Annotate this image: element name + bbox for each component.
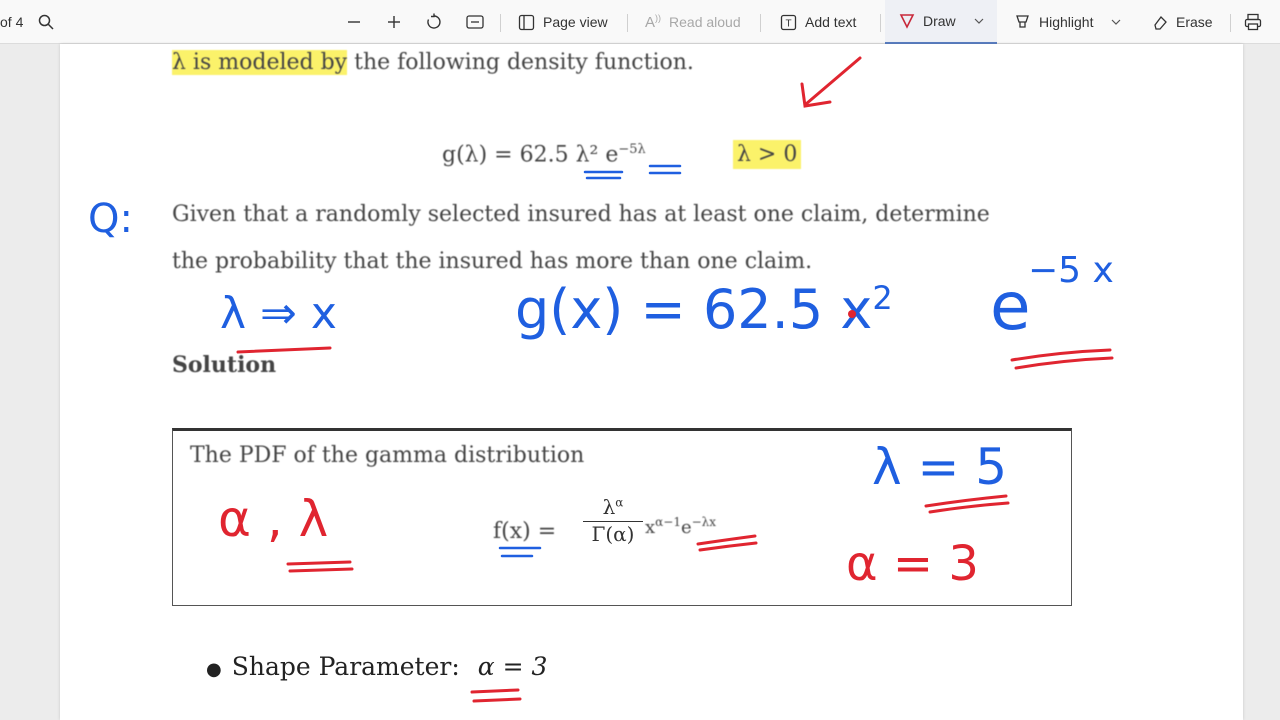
handwritten-formula-square: 2 (872, 279, 893, 317)
add-text-label: Add text (805, 14, 857, 30)
erase-label: Erase (1176, 14, 1213, 30)
tail-e: e (680, 517, 692, 538)
box-formula-fraction: λα Γ(α) (583, 495, 643, 546)
draw-pen-icon (899, 14, 915, 29)
svg-text:T: T (785, 18, 791, 29)
handwritten-params: α , λ (218, 490, 329, 548)
box-title: The PDF of the gamma distribution (190, 443, 585, 468)
box-formula-tail: xα−1e−λx (645, 515, 716, 538)
page-count: of 4 (0, 14, 24, 30)
handwritten-lambda-value: λ = 5 (872, 438, 1008, 496)
bullet-label: Shape Parameter: (231, 652, 460, 681)
handwritten-alpha-value: α = 3 (846, 536, 979, 592)
tail-exponent: α−1 (655, 515, 681, 529)
page-view-icon (518, 14, 535, 30)
handwritten-q-mark: Q: (88, 196, 133, 242)
handwritten-formula-main: g(x) = 62.5 x (515, 278, 873, 341)
read-aloud-button[interactable]: A)) Read aloud (645, 0, 741, 44)
read-aloud-label: Read aloud (669, 14, 741, 30)
shape-parameter-bullet: ● Shape Parameter: α = 3 (206, 652, 548, 681)
question-line-1: Given that a randomly selected insured h… (172, 202, 990, 227)
chevron-down-icon[interactable] (1111, 17, 1121, 27)
tail-base: x (645, 517, 656, 538)
pdf-page: λ is modeled by the following density fu… (60, 44, 1243, 720)
rotate-icon[interactable] (425, 0, 443, 44)
page-view-label: Page view (543, 14, 608, 30)
density-intro-line: λ is modeled by the following density fu… (172, 50, 694, 75)
formula-lhs: g(λ) = 62.5 λ² e (442, 142, 619, 168)
zoom-out-button[interactable] (346, 0, 362, 44)
handwritten-substitution: λ ⇒ x (220, 288, 337, 339)
pdf-toolbar: of 4 Page view A)) Read aloud T Add text… (0, 0, 1280, 44)
question-line-2: the probability that the insured has mor… (172, 249, 813, 274)
highlighted-text: λ is modeled by (172, 50, 348, 75)
numerator-exponent: α (615, 495, 624, 510)
solution-heading: Solution (172, 352, 277, 378)
e-exponent: −λx (691, 515, 717, 529)
formula-condition: λ > 0 (733, 140, 802, 169)
fit-width-icon[interactable] (466, 0, 484, 44)
highlighter-icon (1016, 14, 1029, 28)
erase-button[interactable]: Erase (1151, 0, 1213, 44)
search-icon[interactable] (38, 0, 54, 44)
fraction-numerator: λ (602, 495, 616, 519)
box-formula-lhs: f(x) = (493, 519, 557, 544)
fraction-denominator: Γ(α) (591, 522, 635, 546)
highlight-label: Highlight (1039, 14, 1094, 30)
zoom-in-button[interactable] (386, 0, 402, 44)
handwritten-exponent: −5 x (1028, 250, 1114, 291)
read-aloud-icon: A)) (645, 13, 662, 31)
add-text-icon: T (780, 14, 797, 30)
handwritten-formula: g(x) = 62.5 x2 (515, 278, 893, 341)
draw-button[interactable]: Draw (885, 0, 997, 44)
bullet-value: α = 3 (477, 652, 548, 681)
highlight-button[interactable]: Highlight (1014, 0, 1121, 44)
density-formula: g(λ) = 62.5 λ² e−5λ (442, 142, 646, 167)
add-text-button[interactable]: T Add text (780, 0, 856, 44)
eraser-icon (1154, 15, 1167, 30)
draw-label: Draw (923, 13, 956, 29)
intro-text: the following density function. (347, 50, 694, 75)
page-view-button[interactable]: Page view (518, 0, 608, 44)
chevron-down-icon[interactable] (974, 16, 984, 26)
formula-exponent: −5λ (618, 142, 646, 157)
print-icon[interactable] (1244, 0, 1262, 44)
handwritten-e: e (990, 268, 1031, 345)
